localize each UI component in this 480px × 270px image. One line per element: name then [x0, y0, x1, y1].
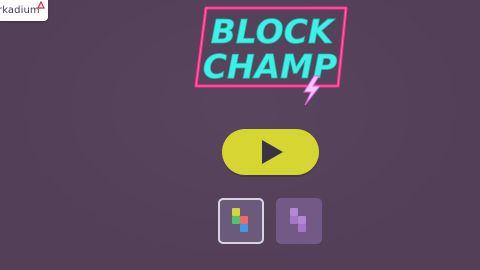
arkadium-wordmark: rkadium [0, 5, 40, 16]
block-champ-logo: BLOCK CHAMP [192, 6, 350, 106]
game-screen: rkadium BLOCK CHAMP [0, 0, 480, 270]
logo-graphic: BLOCK CHAMP [194, 6, 348, 106]
purple-mode-tile[interactable] [276, 198, 322, 244]
colored-blocks-icon [232, 208, 248, 232]
play-button[interactable] [222, 129, 319, 175]
play-icon [261, 140, 283, 164]
logo-line-1: BLOCK [211, 12, 336, 51]
classic-mode-tile[interactable] [218, 198, 264, 244]
arkadium-badge[interactable]: rkadium [0, 0, 48, 21]
purple-blocks-icon [290, 208, 306, 232]
arkadium-logo-icon [37, 1, 45, 9]
